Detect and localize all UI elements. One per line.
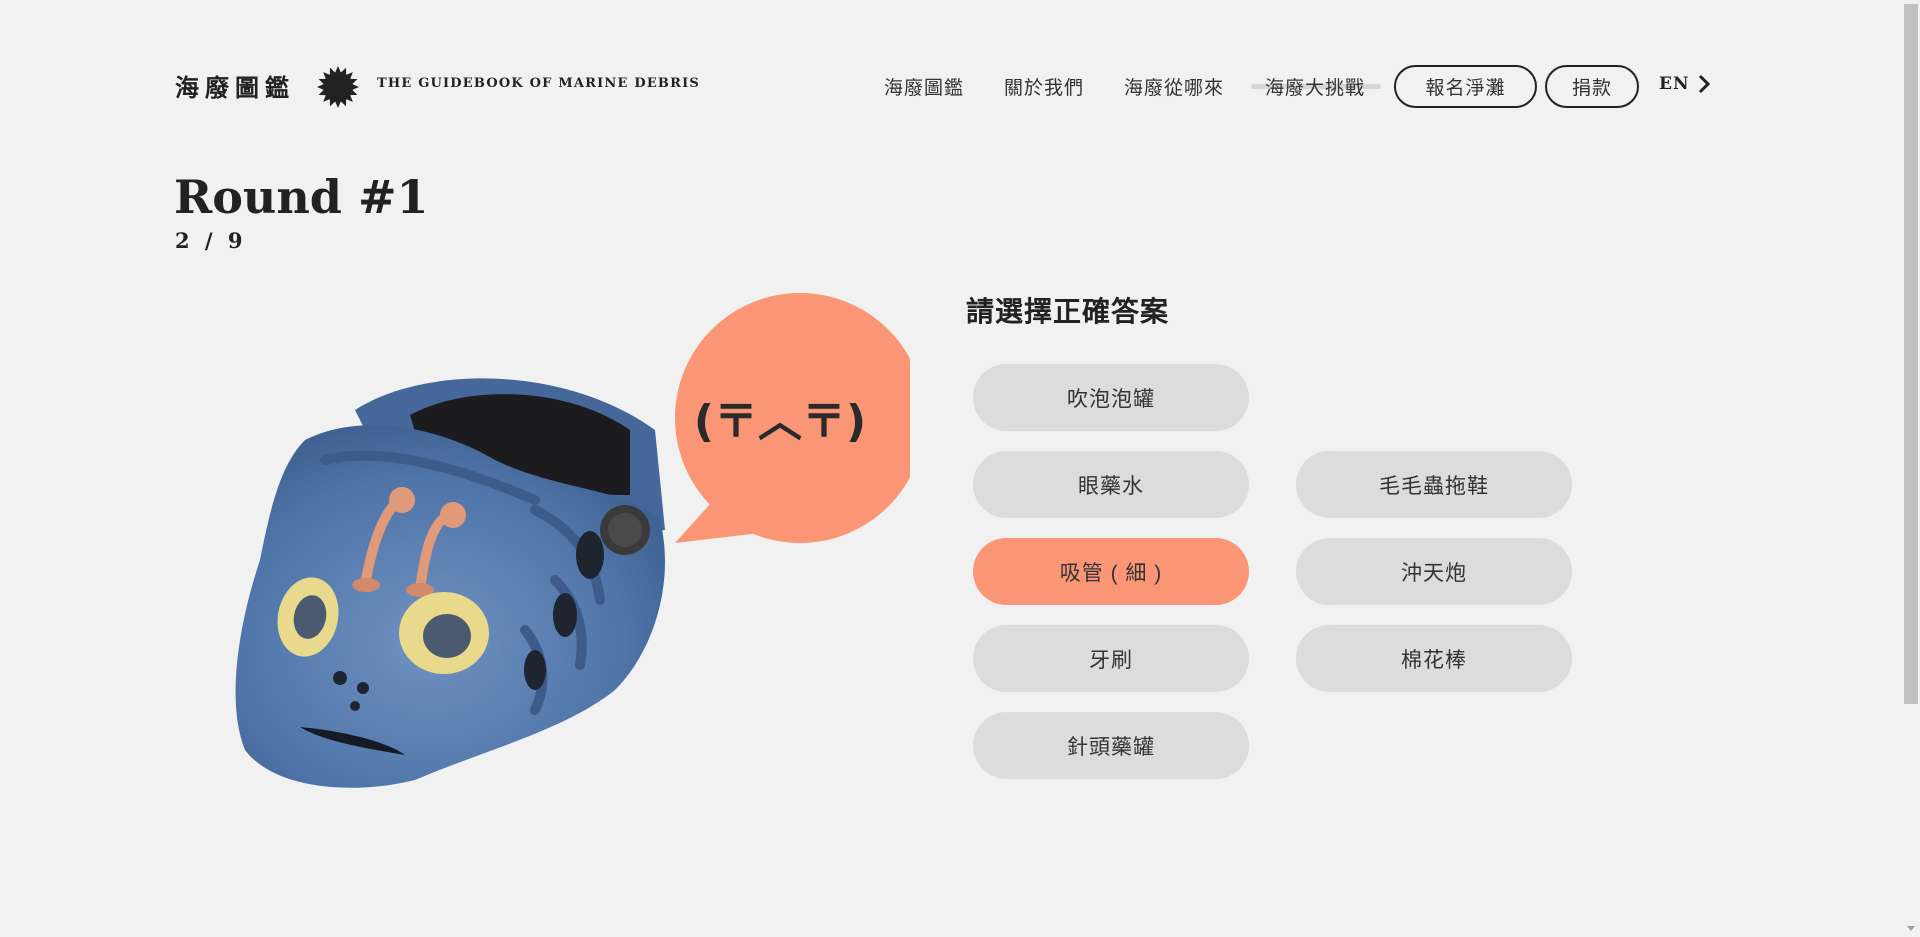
logo-subtitle: THE GUIDEBOOK OF MARINE DEBRIS bbox=[377, 76, 700, 91]
answer-option-eye-drops[interactable]: 眼藥水 bbox=[973, 451, 1249, 518]
caterpillar-slipper-image bbox=[235, 378, 665, 788]
donate-button[interactable]: 捐款 bbox=[1545, 65, 1639, 108]
answer-option-caterpillar-slipper[interactable]: 毛毛蟲拖鞋 bbox=[1296, 451, 1572, 518]
answer-option-bubble-jar[interactable]: 吹泡泡罐 bbox=[973, 364, 1249, 431]
question-progress: 2 / 9 bbox=[175, 228, 247, 253]
sun-badge-icon bbox=[317, 66, 359, 108]
beach-cleanup-signup-button[interactable]: 報名淨灘 bbox=[1394, 65, 1537, 108]
nav-link-sources[interactable]: 海廢從哪來 bbox=[1124, 73, 1224, 100]
question-prompt: 請選擇正確答案 bbox=[966, 295, 1170, 328]
answer-option-syringe-vial[interactable]: 針頭藥罐 bbox=[973, 712, 1249, 779]
scrollbar-thumb[interactable] bbox=[1904, 4, 1918, 704]
scroll-down-arrow-icon[interactable] bbox=[1907, 925, 1915, 933]
chevron-right-icon bbox=[1698, 74, 1710, 94]
answer-option-firework-rocket[interactable]: 沖天炮 bbox=[1296, 538, 1572, 605]
vertical-scrollbar[interactable] bbox=[1902, 0, 1920, 937]
answer-option-straw-thin[interactable]: 吸管 ( 細 ) bbox=[973, 538, 1249, 605]
nav-link-about[interactable]: 關於我們 bbox=[1004, 73, 1084, 100]
answer-option-toothbrush[interactable]: 牙刷 bbox=[973, 625, 1249, 692]
language-label: EN bbox=[1659, 74, 1690, 94]
logo-text[interactable]: 海廢圖鑑 bbox=[175, 68, 295, 103]
language-switch[interactable]: EN bbox=[1659, 74, 1710, 94]
speech-bubble-emoticon: (〒︿〒) bbox=[693, 396, 867, 447]
nav-link-guidebook[interactable]: 海廢圖鑑 bbox=[884, 73, 964, 100]
round-title: Round #1 bbox=[174, 170, 429, 224]
answer-option-cotton-swab[interactable]: 棉花棒 bbox=[1296, 625, 1572, 692]
nav-link-challenge[interactable]: 海廢大挑戰 bbox=[1265, 73, 1365, 100]
